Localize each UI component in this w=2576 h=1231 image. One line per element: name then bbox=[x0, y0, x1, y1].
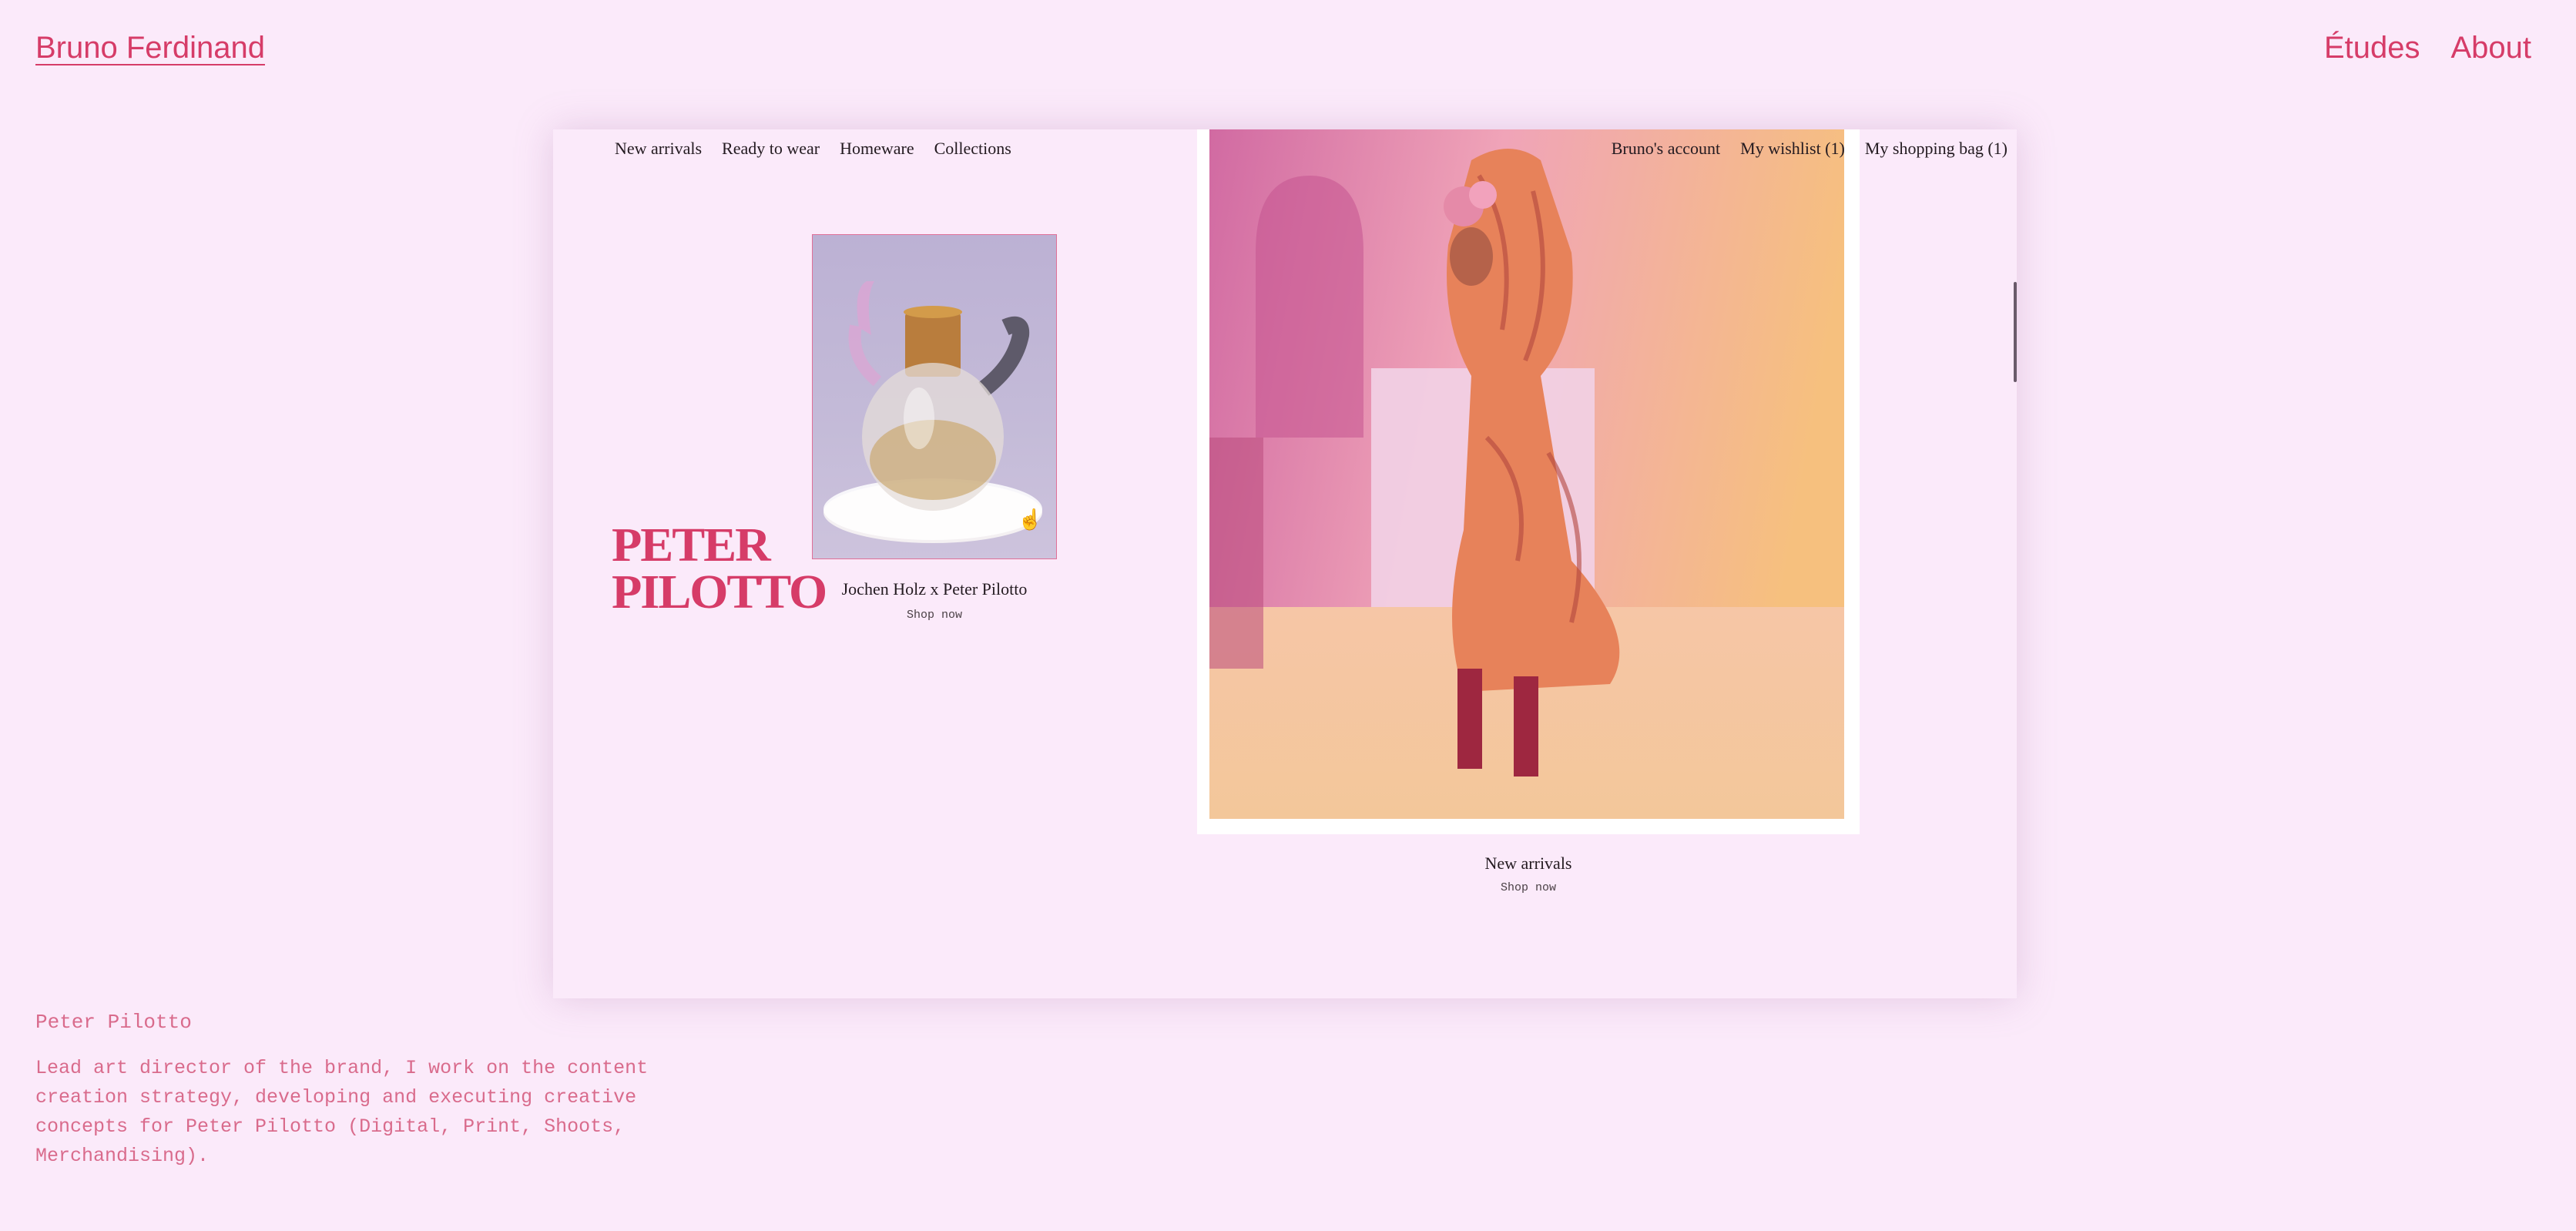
hero-caption-title: New arrivals bbox=[1484, 854, 1572, 873]
top-nav: Études About bbox=[2324, 31, 2531, 65]
shop-nav-shopping-bag[interactable]: My shopping bag (1) bbox=[1865, 139, 2007, 159]
hero-image-frame bbox=[1197, 129, 1860, 834]
hero-image-model[interactable] bbox=[1209, 129, 1844, 819]
preview-scrollbar-thumb[interactable] bbox=[2014, 282, 2017, 382]
shop-nav-collections[interactable]: Collections bbox=[934, 139, 1011, 159]
nav-etudes[interactable]: Études bbox=[2324, 31, 2420, 65]
brand-logo-line-1: PETER bbox=[612, 519, 771, 572]
product-image-glass-vase[interactable]: ☝ bbox=[812, 234, 1057, 559]
hand-pointer-icon: ☝ bbox=[1018, 508, 1043, 531]
project-description: Lead art director of the brand, I work o… bbox=[35, 1057, 649, 1167]
site-title-link[interactable]: Bruno Ferdinand bbox=[35, 31, 265, 65]
nav-about[interactable]: About bbox=[2450, 31, 2531, 65]
hero-caption: New arrivals Shop now bbox=[1197, 854, 1860, 894]
product-card[interactable]: ☝ Jochen Holz x Peter Pilotto Shop now bbox=[812, 234, 1057, 622]
hero-photo-illustration bbox=[1209, 129, 1844, 819]
shop-nav-wishlist[interactable]: My wishlist (1) bbox=[1740, 139, 1845, 159]
hero-shop-now-link[interactable]: Shop now bbox=[1197, 881, 1860, 894]
shop-nav-account: Bruno's account My wishlist (1) My shopp… bbox=[1612, 139, 2007, 159]
shop-nav-account-link[interactable]: Bruno's account bbox=[1612, 139, 1720, 159]
brand-logo-line-2: PILOTTO bbox=[612, 565, 827, 619]
shop-nav-homeware[interactable]: Homeware bbox=[840, 139, 914, 159]
project-title: Peter Pilotto bbox=[35, 1011, 192, 1034]
brand-logo: PETER PILOTTO bbox=[612, 519, 827, 619]
website-preview-frame: New arrivals Ready to wear Homeware Coll… bbox=[553, 129, 2017, 998]
product-name: Jochen Holz x Peter Pilotto bbox=[841, 579, 1028, 599]
shop-nav-new-arrivals[interactable]: New arrivals bbox=[615, 139, 702, 159]
shop-nav-ready-to-wear[interactable]: Ready to wear bbox=[722, 139, 820, 159]
product-shop-now-link[interactable]: Shop now bbox=[812, 609, 1057, 622]
shop-nav-primary: New arrivals Ready to wear Homeware Coll… bbox=[615, 139, 1011, 159]
